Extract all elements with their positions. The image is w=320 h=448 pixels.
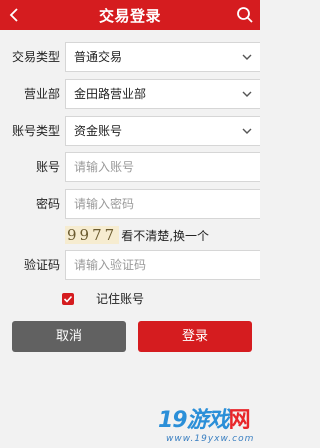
password-input[interactable]: 请输入密码 — [65, 189, 260, 219]
branch-label: 营业部 — [23, 87, 60, 101]
captcha-image[interactable]: 9977 — [65, 226, 120, 244]
branch-value: 金田路营业部 — [74, 87, 147, 101]
trade-type-select[interactable]: 普通交易 — [65, 42, 260, 72]
account-row: 账号 请输入账号 — [0, 152, 260, 182]
password-label: 密码 — [35, 197, 60, 211]
account-type-select[interactable]: 资金账号 — [65, 116, 260, 146]
account-type-label: 账号类型 — [11, 124, 60, 138]
cancel-button[interactable]: 取消 — [12, 321, 126, 352]
site-watermark: 19游戏网 www.19yxw.com — [148, 400, 260, 448]
remember-account[interactable]: 记住账号 — [62, 290, 144, 307]
page-title: 交易登录 — [98, 6, 161, 25]
trade-type-value: 普通交易 — [74, 50, 123, 64]
check-icon — [63, 295, 73, 303]
captcha-input[interactable]: 请输入验证码 — [65, 250, 260, 280]
top-bar: 交易登录 — [0, 0, 260, 30]
search-icon[interactable] — [236, 6, 254, 24]
captcha-row: 验证码 请输入验证码 — [0, 250, 260, 280]
captcha-area: 9977 看不清楚,换一个 — [65, 226, 209, 244]
captcha-label: 验证码 — [23, 258, 60, 272]
password-row: 密码 请输入密码 — [0, 189, 260, 219]
account-type-value: 资金账号 — [74, 124, 123, 138]
branch-row: 营业部 金田路营业部 — [0, 79, 260, 109]
remember-checkbox[interactable] — [62, 292, 74, 305]
account-input[interactable]: 请输入账号 — [65, 152, 260, 182]
watermark-brand-suffix: 网 — [228, 408, 251, 433]
watermark-url: www.19yxw.com — [166, 434, 255, 444]
remember-label: 记住账号 — [96, 292, 145, 306]
account-label: 账号 — [35, 160, 60, 174]
trade-type-label: 交易类型 — [11, 50, 60, 64]
watermark-brand-num: 19 — [158, 408, 188, 433]
chevron-left-icon[interactable] — [6, 7, 22, 23]
watermark-brand-text: 游戏 — [186, 408, 230, 433]
chevron-down-icon — [242, 128, 252, 134]
login-button[interactable]: 登录 — [138, 321, 252, 352]
trade-type-row: 交易类型 普通交易 — [0, 42, 260, 72]
captcha-refresh-link[interactable]: 看不清楚,换一个 — [121, 227, 209, 244]
branch-select[interactable]: 金田路营业部 — [65, 79, 260, 109]
account-type-row: 账号类型 资金账号 — [0, 116, 260, 146]
chevron-down-icon — [242, 91, 252, 97]
watermark-logo: 19游戏网 — [158, 402, 251, 434]
chevron-down-icon — [242, 54, 252, 60]
